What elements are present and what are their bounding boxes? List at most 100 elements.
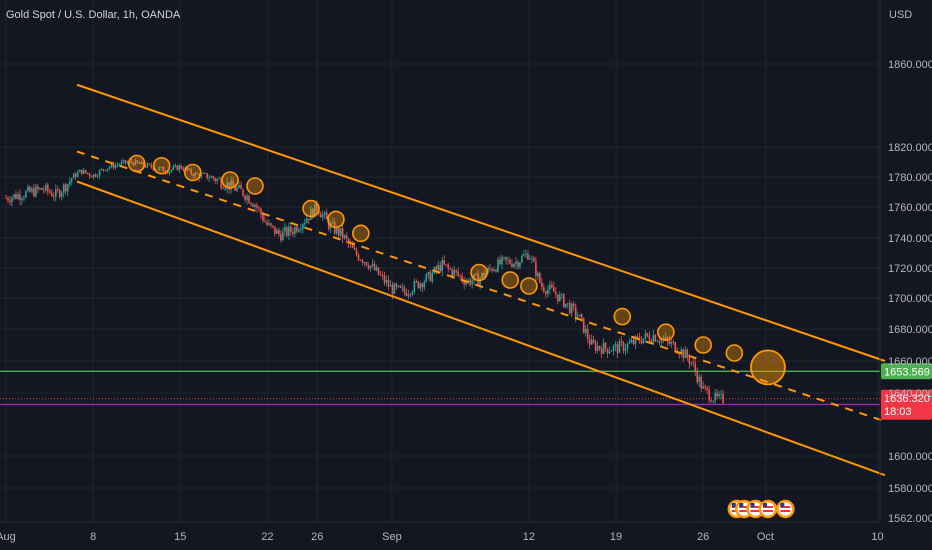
candle: [298, 226, 300, 233]
candle-body: [82, 170, 85, 174]
candle-body: [435, 267, 438, 271]
candle-body: [612, 345, 615, 351]
candle: [379, 271, 382, 276]
candle-body: [244, 195, 246, 200]
candle-body: [535, 261, 537, 277]
candle: [549, 280, 551, 295]
candle-body: [300, 229, 302, 230]
candle: [339, 228, 342, 238]
candle-body: [684, 349, 687, 359]
candle: [343, 234, 346, 240]
candle: [702, 381, 704, 389]
candle-body: [276, 229, 278, 234]
candle: [722, 390, 724, 405]
candle-body: [208, 177, 210, 179]
us-flag-event-icon[interactable]: [758, 499, 778, 519]
channel-upper-line[interactable]: [76, 83, 886, 362]
touch-circle: [221, 171, 239, 189]
candle: [64, 182, 67, 195]
candle: [417, 281, 420, 290]
candle: [570, 301, 573, 318]
candle: [499, 255, 501, 266]
candle-body: [650, 340, 653, 343]
candle-body: [66, 184, 69, 192]
candle: [533, 255, 535, 263]
candle: [554, 287, 557, 298]
candle-body: [622, 342, 625, 351]
candle-body: [116, 164, 119, 166]
y-tick-label: 1780.000: [888, 172, 932, 184]
candle-body: [582, 317, 585, 333]
touch-circle: [327, 210, 345, 229]
candle: [47, 182, 49, 196]
candle-body: [17, 194, 19, 199]
candle: [33, 183, 35, 198]
candle: [244, 194, 246, 203]
candle-body: [323, 212, 326, 215]
candle: [714, 389, 716, 405]
candle-body: [541, 282, 543, 288]
candle-body: [517, 261, 519, 267]
price-axis[interactable]: USD 1860.000 1820.000 1780.000 1760.000 1740…: [879, 0, 932, 525]
candle-body: [268, 223, 270, 225]
y-tick-label: 1760.000: [888, 202, 932, 214]
candle: [270, 222, 272, 228]
candle-body: [236, 187, 238, 191]
candle-body: [248, 195, 250, 204]
candle-body: [210, 176, 212, 178]
channel-lower-line[interactable]: [76, 180, 886, 477]
candle-body: [620, 341, 623, 343]
candle: [45, 183, 47, 193]
candle: [435, 264, 438, 275]
x-tick-label: Sep: [382, 531, 402, 543]
candle-body: [608, 351, 611, 354]
candle: [51, 188, 53, 197]
candle: [582, 317, 585, 334]
candle: [367, 262, 370, 271]
candle-body: [307, 218, 310, 220]
candle: [202, 171, 205, 174]
candle-body: [55, 189, 57, 197]
us-flag-event-icon[interactable]: [776, 499, 795, 519]
candle: [106, 168, 109, 173]
candle-body: [431, 273, 434, 282]
time-axis[interactable]: Aug 8 15 22 26 Sep 12 19 26 Oct 10: [0, 521, 884, 543]
x-tick-label: 26: [697, 531, 709, 543]
candle: [489, 264, 491, 272]
flag-canton: [750, 503, 755, 507]
candle-body: [92, 174, 95, 178]
candle: [302, 222, 304, 235]
candle-body: [602, 342, 605, 354]
candle-body: [594, 342, 597, 351]
candle-body: [375, 267, 378, 271]
candle: [114, 162, 117, 170]
event-markers: [727, 499, 795, 519]
candle-body: [525, 253, 527, 255]
price-chart[interactable]: 1653.5691632.7431636.32018:03 USD 1860.0…: [0, 0, 932, 550]
candle-body: [507, 259, 509, 261]
candle: [399, 284, 402, 289]
candle-body: [690, 362, 693, 364]
candle: [345, 232, 348, 244]
candle-body: [702, 386, 704, 389]
candle-body: [337, 227, 340, 236]
candle: [618, 338, 621, 353]
candle: [37, 184, 39, 194]
candle: [35, 183, 37, 198]
candle: [606, 348, 609, 358]
candle: [628, 338, 631, 345]
candle: [182, 166, 185, 172]
candle-body: [383, 275, 386, 283]
candle-body: [511, 263, 513, 267]
candle: [148, 163, 151, 166]
candle: [7, 195, 9, 204]
candle: [290, 224, 292, 237]
candle: [72, 172, 75, 179]
candle: [545, 290, 547, 299]
candle: [304, 218, 306, 228]
touch-circle: [183, 163, 202, 182]
candle-body: [630, 339, 633, 343]
candle-body: [112, 163, 115, 168]
touch-circle: [302, 199, 320, 218]
candle: [429, 269, 432, 282]
